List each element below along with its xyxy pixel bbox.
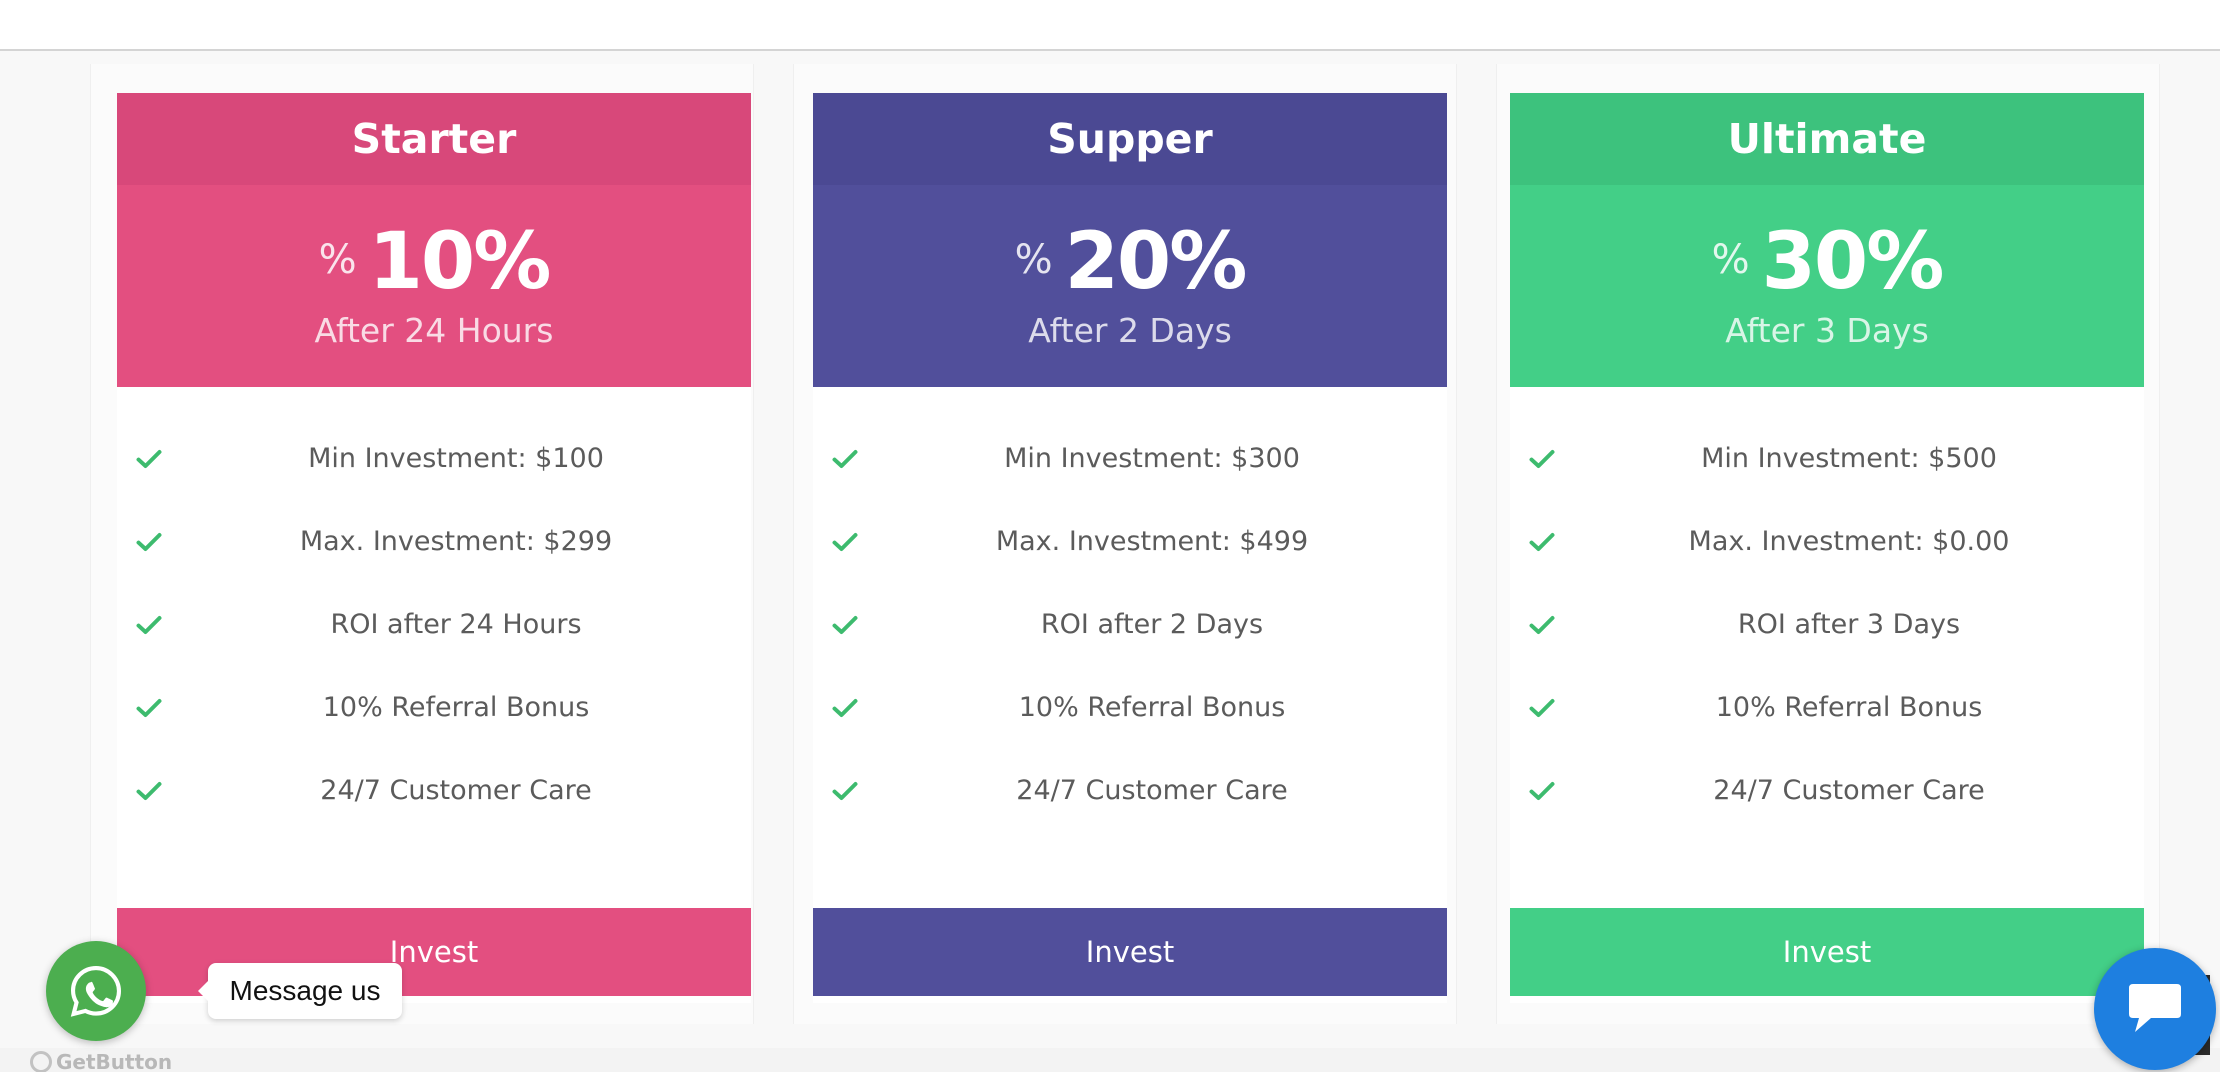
whatsapp-button[interactable] (46, 941, 146, 1041)
live-chat-button[interactable] (2094, 948, 2216, 1070)
check-icon (1529, 698, 1555, 717)
check-icon (136, 615, 162, 634)
feature-text: 10% Referral Bonus (322, 692, 590, 723)
plan-price-box: % 30% After 3 Days (1510, 185, 2144, 387)
percent-symbol: % (1711, 236, 1750, 283)
plan-rate: 20% (1064, 216, 1248, 307)
whatsapp-icon (70, 965, 122, 1017)
plan-title: Starter (117, 93, 751, 185)
check-icon (832, 781, 858, 800)
feature-text: 24/7 Customer Care (320, 775, 592, 806)
check-icon (1529, 449, 1555, 468)
feature-text: ROI after 3 Days (1737, 609, 1961, 640)
price-line: % 10% (318, 216, 552, 307)
check-icon (136, 532, 162, 551)
plan-card-starter: Starter % 10% After 24 Hours Min Investm… (117, 93, 751, 1003)
invest-button-supper[interactable]: Invest (813, 908, 1447, 996)
check-icon (136, 449, 162, 468)
check-icon (832, 698, 858, 717)
plan-price-box: % 20% After 2 Days (813, 185, 1447, 387)
check-icon (1529, 532, 1555, 551)
bottom-strip (0, 1048, 2220, 1072)
feature-item: ROI after 2 Days (813, 583, 1447, 666)
chat-bubble-icon (2129, 984, 2181, 1032)
feature-list: Min Investment: $100 Max. Investment: $2… (117, 387, 751, 908)
feature-list: Min Investment: $300 Max. Investment: $4… (813, 387, 1447, 908)
feature-text: Max. Investment: $299 (299, 526, 613, 557)
feature-text: ROI after 24 Hours (330, 609, 582, 640)
feature-item: ROI after 3 Days (1510, 583, 2144, 666)
plan-title: Ultimate (1510, 93, 2144, 185)
plan-card-ultimate: Ultimate % 30% After 3 Days Min Investme… (1510, 93, 2144, 1003)
feature-text: ROI after 2 Days (1040, 609, 1264, 640)
feature-text: Min Investment: $300 (1004, 443, 1300, 474)
getbutton-label: GetButton (56, 1050, 173, 1072)
plan-title: Supper (813, 93, 1447, 185)
getbutton-branding[interactable]: GetButton (30, 1050, 172, 1072)
plan-rate: 30% (1761, 216, 1945, 307)
check-icon (832, 449, 858, 468)
feature-item: Max. Investment: $499 (813, 500, 1447, 583)
feature-item: ROI after 24 Hours (117, 583, 751, 666)
feature-item: 10% Referral Bonus (117, 666, 751, 749)
feature-item: 24/7 Customer Care (813, 749, 1447, 832)
check-icon (136, 698, 162, 717)
feature-text: 24/7 Customer Care (1016, 775, 1288, 806)
check-icon (1529, 781, 1555, 800)
price-line: % 20% (1014, 216, 1248, 307)
feature-item: 10% Referral Bonus (1510, 666, 2144, 749)
plan-price-box: % 10% After 24 Hours (117, 185, 751, 387)
feature-item: Min Investment: $100 (117, 417, 751, 500)
feature-item: Max. Investment: $299 (117, 500, 751, 583)
plan-period: After 3 Days (1725, 310, 1929, 350)
feature-item: 24/7 Customer Care (117, 749, 751, 832)
plan-card-supper: Supper % 20% After 2 Days Min Investment… (813, 93, 1447, 1003)
percent-symbol: % (318, 236, 357, 283)
feature-list: Min Investment: $500 Max. Investment: $0… (1510, 387, 2144, 908)
invest-button-ultimate[interactable]: Invest (1510, 908, 2144, 996)
feature-text: Min Investment: $100 (308, 443, 604, 474)
check-icon (1529, 615, 1555, 634)
plan-period: After 24 Hours (314, 310, 554, 350)
plan-rate: 10% (368, 216, 552, 307)
top-header-bar (0, 0, 2220, 51)
feature-text: Max. Investment: $0.00 (1688, 526, 2010, 557)
feature-text: Max. Investment: $499 (995, 526, 1309, 557)
feature-text: 10% Referral Bonus (1715, 692, 1983, 723)
check-icon (136, 781, 162, 800)
whatsapp-message-bubble[interactable]: Message us (198, 963, 402, 1019)
feature-text: 24/7 Customer Care (1713, 775, 1985, 806)
check-icon (832, 532, 858, 551)
feature-item: Min Investment: $500 (1510, 417, 2144, 500)
feature-item: 24/7 Customer Care (1510, 749, 2144, 832)
plan-period: After 2 Days (1028, 310, 1232, 350)
getbutton-logo-icon (30, 1051, 52, 1072)
feature-text: 10% Referral Bonus (1018, 692, 1286, 723)
feature-item: 10% Referral Bonus (813, 666, 1447, 749)
feature-text: Min Investment: $500 (1701, 443, 1997, 474)
check-icon (832, 615, 858, 634)
feature-item: Max. Investment: $0.00 (1510, 500, 2144, 583)
price-line: % 30% (1711, 216, 1945, 307)
percent-symbol: % (1014, 236, 1053, 283)
feature-item: Min Investment: $300 (813, 417, 1447, 500)
